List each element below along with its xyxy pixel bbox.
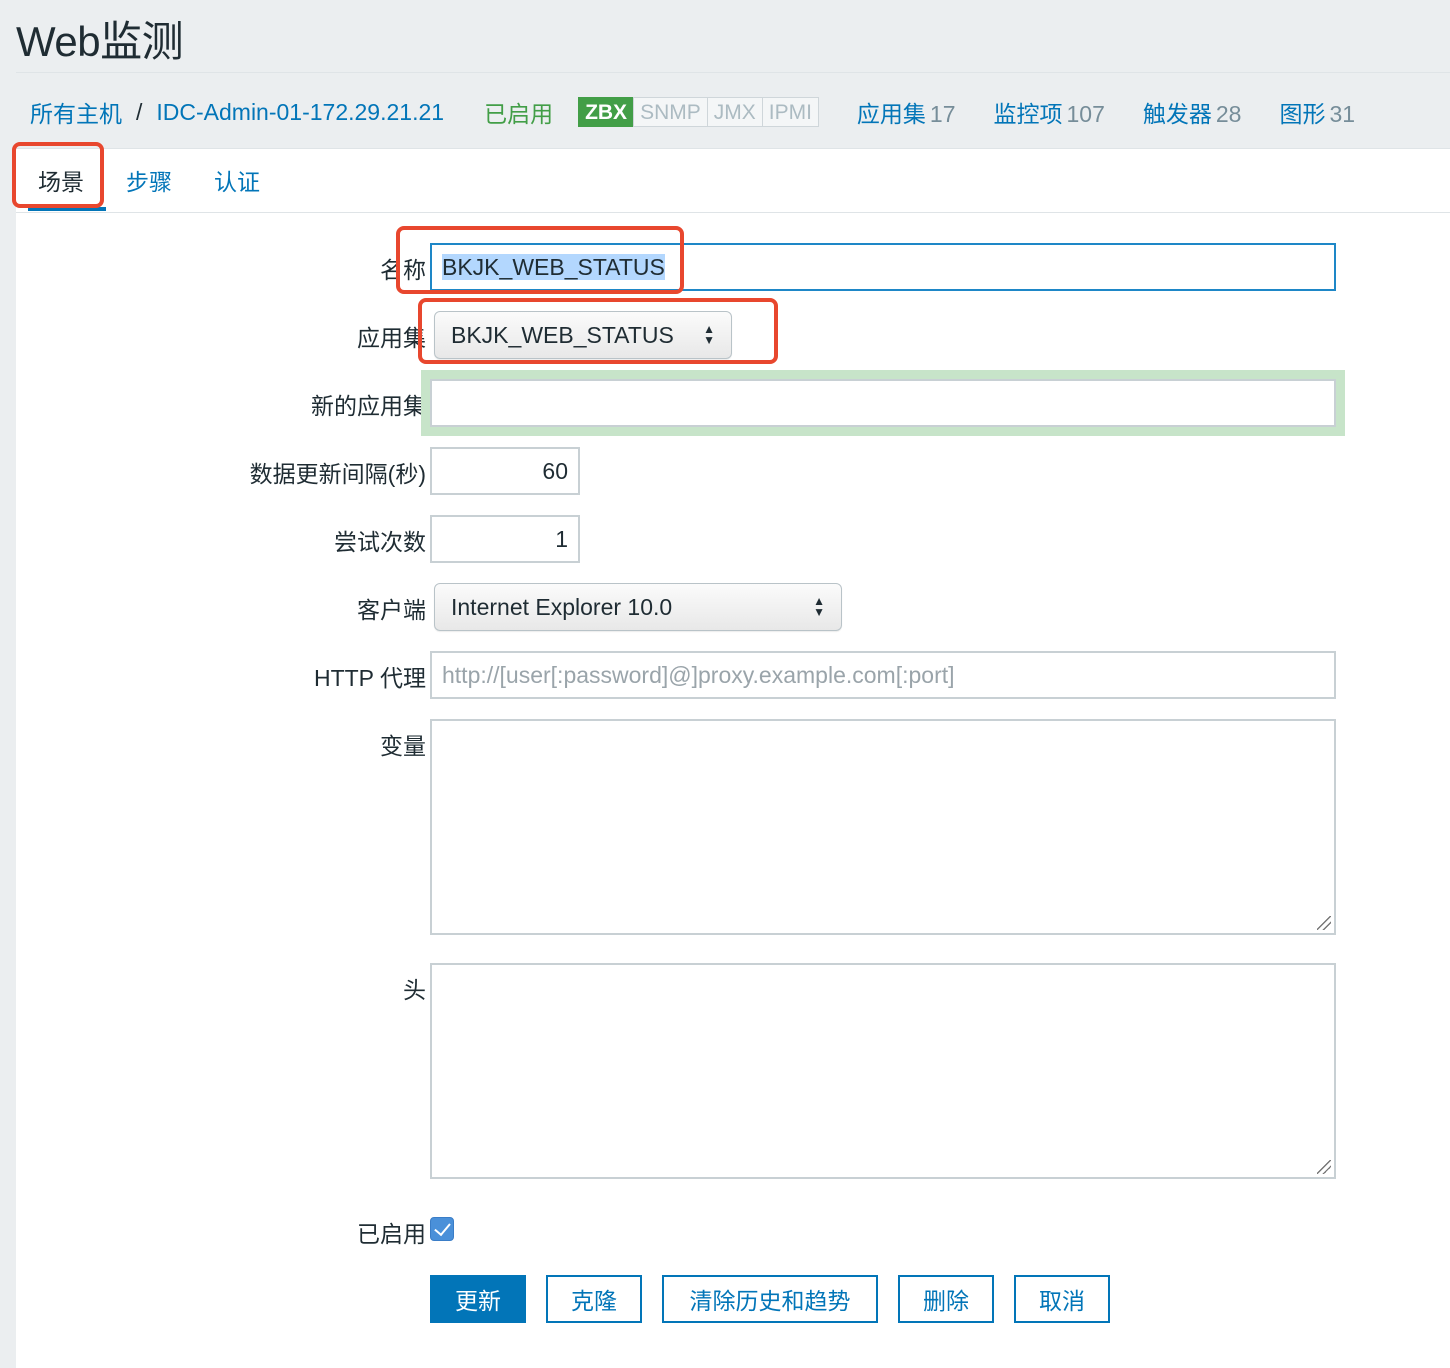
host-status[interactable]: 已启用 [484,95,553,129]
triggers-link[interactable]: 触发器 28 [1143,95,1242,129]
name-field[interactable]: BKJK_WEB_STATUS [430,243,1336,291]
items-link[interactable]: 监控项 107 [994,95,1105,129]
http-proxy-label: HTTP 代理 [313,665,426,691]
clone-button[interactable]: 克隆 [546,1275,642,1323]
form-panel: 场景 步骤 认证 名称 BKJK_WEB_STATUS 应用集 BKJK_WEB… [16,148,1450,1368]
agent-select[interactable]: Internet Explorer 10.0 ▲ ▼ [434,583,842,631]
attempts-field[interactable]: 1 [430,515,580,563]
breadcrumb-separator: / [136,98,143,125]
new-application-field[interactable] [421,370,1345,436]
application-select[interactable]: BKJK_WEB_STATUS ▲ ▼ [434,311,732,359]
graphs-link[interactable]: 图形 31 [1279,95,1355,129]
headers-textarea[interactable] [430,963,1336,1179]
snmp-badge: SNMP [633,97,708,127]
clear-history-button[interactable]: 清除历史和趋势 [662,1275,878,1323]
enabled-checkbox[interactable] [430,1217,454,1241]
update-button[interactable]: 更新 [430,1275,526,1323]
host-breadcrumb: 所有主机 / IDC-Admin-01-172.29.21.21 已启用 ZBX… [30,94,1355,130]
cancel-button[interactable]: 取消 [1014,1275,1110,1323]
tab-steps[interactable]: 步骤 [126,163,172,197]
all-hosts-link[interactable]: 所有主机 [30,95,122,129]
interval-field[interactable]: 60 [430,447,580,495]
active-tab-indicator [28,207,106,211]
applications-link[interactable]: 应用集 17 [857,95,956,129]
delete-button[interactable]: 删除 [898,1275,994,1323]
resize-handle-icon[interactable] [1317,1160,1331,1174]
http-proxy-field[interactable]: http://[user[:password]@]proxy.example.c… [430,651,1336,699]
variables-label: 变量 [380,733,426,759]
headers-label: 头 [403,977,426,1003]
new-application-label: 新的应用集 [311,393,426,419]
enabled-label: 已启用 [357,1221,426,1247]
availability-badges: ZBX SNMP JMX IPMI [578,97,819,127]
agent-label: 客户端 [357,597,426,623]
attempts-label: 尝试次数 [334,529,426,555]
name-label: 名称 [380,257,426,283]
tab-scenario[interactable]: 场景 [38,163,84,197]
zbx-badge: ZBX [578,97,635,127]
variables-textarea[interactable] [430,719,1336,935]
divider [16,72,1450,73]
tab-authentication[interactable]: 认证 [214,163,260,197]
resize-handle-icon[interactable] [1317,916,1331,930]
host-link[interactable]: IDC-Admin-01-172.29.21.21 [156,99,444,126]
select-arrows-icon: ▲ ▼ [813,594,825,619]
tab-bar: 场景 步骤 认证 [16,149,1450,213]
jmx-badge: JMX [706,97,763,127]
application-label: 应用集 [357,325,426,351]
page-title: Web监测 [16,18,184,65]
ipmi-badge: IPMI [761,97,819,127]
select-arrows-icon: ▲ ▼ [703,322,715,347]
interval-label: 数据更新间隔(秒) [249,461,426,487]
